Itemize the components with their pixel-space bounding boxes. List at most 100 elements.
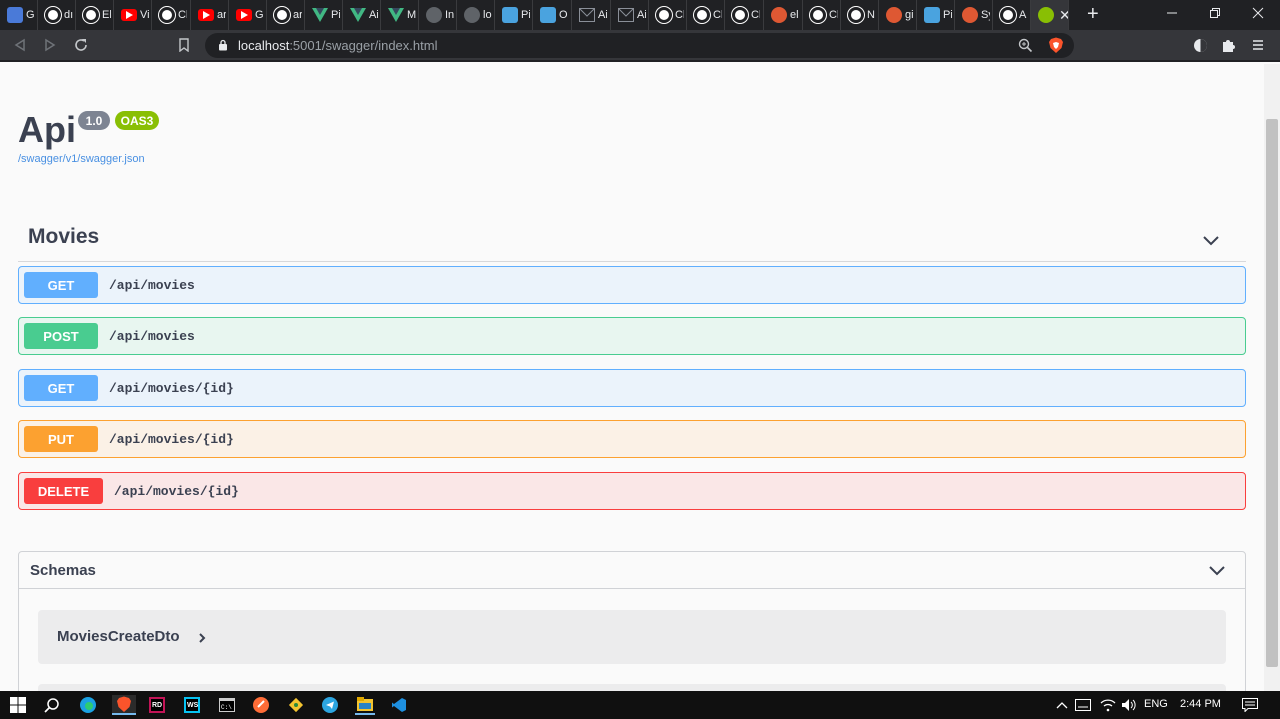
globe-icon (426, 7, 442, 23)
back-icon[interactable] (13, 30, 27, 60)
operation-get-movie-by-id[interactable]: GET /api/movies/{id} (18, 369, 1246, 407)
spec-json-link[interactable]: /swagger/v1/swagger.json (18, 153, 145, 165)
minimize-icon[interactable] (1166, 6, 1178, 22)
extensions-icon[interactable] (1221, 30, 1237, 60)
model-moviescreatedto[interactable]: MoviesCreateDto (38, 610, 1226, 664)
chevron-up-icon[interactable] (1052, 695, 1072, 715)
browser-tab[interactable]: Cl (649, 0, 687, 30)
browser-tab-title: In (445, 9, 454, 21)
operation-post-movies[interactable]: POST /api/movies (18, 317, 1246, 355)
page-scrollbar[interactable] (1264, 64, 1280, 691)
zoom-icon[interactable] (1018, 38, 1033, 58)
browser-tab[interactable]: Cl (803, 0, 841, 30)
menu-icon[interactable] (1252, 30, 1264, 60)
webstorm-icon[interactable]: WS (182, 695, 202, 715)
operation-path: /api/movies/{id} (109, 381, 234, 396)
browser-tab[interactable]: lo (457, 0, 495, 30)
browser-tab-title: G (255, 9, 264, 21)
brave-shields-icon[interactable] (1048, 37, 1064, 59)
browser-tab[interactable]: In (419, 0, 457, 30)
rider-icon[interactable]: RD (147, 695, 167, 715)
windows-start-icon[interactable] (8, 695, 28, 715)
browser-tab-title: A (1019, 9, 1027, 21)
browser-tab[interactable]: G (0, 0, 38, 30)
browser-tab[interactable]: Cl (725, 0, 764, 30)
restore-icon[interactable] (1209, 6, 1221, 22)
swagger-page: Api 1.0 OAS3 /swagger/v1/swagger.json Mo… (0, 64, 1264, 691)
close-tab-icon[interactable]: ✕ (1059, 7, 1068, 24)
github-icon (1000, 7, 1016, 23)
url-text: localhost:5001/swagger/index.html (238, 38, 438, 53)
operation-delete-movie-by-id[interactable]: DELETE /api/movies/{id} (18, 472, 1246, 510)
browser-tab[interactable]: N (841, 0, 879, 30)
browser-tab[interactable]: Cl (687, 0, 725, 30)
close-window-icon[interactable] (1252, 6, 1264, 22)
chevron-down-icon[interactable] (1208, 565, 1226, 577)
method-badge: PUT (24, 426, 98, 452)
volume-icon[interactable] (1119, 695, 1139, 715)
browser-tab-title: Ai (637, 9, 646, 21)
duckduckgo-icon (771, 7, 787, 23)
github-icon (848, 7, 864, 23)
browser-tab[interactable]: gi (879, 0, 917, 30)
new-tab-button[interactable]: + (1087, 4, 1099, 24)
github-icon (732, 7, 748, 23)
chevron-down-icon[interactable] (1202, 235, 1220, 247)
browser-tab[interactable]: M (381, 0, 419, 30)
git-icon[interactable] (286, 695, 306, 715)
tag-section-header[interactable]: Movies (18, 222, 1246, 262)
bookmark-icon[interactable] (178, 30, 190, 60)
browser-tab[interactable]: Cl (152, 0, 191, 30)
browser-tab-active[interactable]: ✕ (1031, 0, 1069, 30)
method-badge: GET (24, 375, 98, 401)
browser-tab[interactable]: Sy (955, 0, 993, 30)
theme-icon[interactable] (1193, 30, 1208, 60)
operation-get-movies[interactable]: GET /api/movies (18, 266, 1246, 304)
browser-tab[interactable]: dı (38, 0, 76, 30)
terminal-icon[interactable]: C:\ (217, 695, 237, 715)
browser-tab[interactable]: A (993, 0, 1031, 30)
browser-tab-title: gi (905, 9, 914, 21)
browser-tab[interactable]: G (229, 0, 267, 30)
browser-tab[interactable]: Pi (917, 0, 955, 30)
postman-icon[interactable] (251, 695, 271, 715)
github-icon (656, 7, 672, 23)
model-collapsed-next[interactable] (38, 684, 1226, 691)
brave-taskbar-icon[interactable] (112, 695, 136, 715)
wifi-icon[interactable] (1098, 695, 1118, 715)
swagger-icon (502, 7, 518, 23)
vue-icon (350, 7, 366, 23)
browser-tab[interactable]: Ai (611, 0, 649, 30)
file-explorer-icon[interactable] (355, 695, 375, 715)
browser-tab[interactable]: El (76, 0, 114, 30)
version-badge: 1.0 (78, 111, 110, 130)
scrollbar-thumb[interactable] (1266, 119, 1278, 667)
browser-tab[interactable]: Ai (572, 0, 611, 30)
duckduckgo-icon (962, 7, 978, 23)
address-bar[interactable]: localhost:5001/swagger/index.html (205, 33, 1074, 58)
chevron-right-icon[interactable] (198, 632, 206, 644)
edge-icon[interactable] (78, 695, 98, 715)
browser-tab-title: el (790, 9, 799, 21)
browser-tab[interactable]: O (533, 0, 572, 30)
browser-tab[interactable]: Vi (114, 0, 152, 30)
browser-tab[interactable]: Pi (305, 0, 343, 30)
reload-icon[interactable] (73, 30, 89, 60)
clock[interactable]: 2:44 PM (1180, 698, 1221, 710)
search-icon[interactable] (42, 695, 62, 715)
telegram-icon[interactable] (320, 695, 340, 715)
operation-put-movie-by-id[interactable]: PUT /api/movies/{id} (18, 420, 1246, 458)
keyboard-icon[interactable] (1073, 695, 1093, 715)
browser-tab[interactable]: el (764, 0, 803, 30)
vscode-icon[interactable] (389, 695, 409, 715)
mail-icon (618, 7, 634, 23)
schemas-header[interactable]: Schemas (19, 552, 1245, 589)
browser-tab-title: ar (217, 9, 226, 21)
browser-tab[interactable]: Pi (495, 0, 533, 30)
input-language[interactable]: ENG (1144, 698, 1168, 710)
forward-icon[interactable] (43, 30, 57, 60)
notifications-icon[interactable] (1240, 695, 1260, 715)
browser-tab[interactable]: ar (191, 0, 229, 30)
browser-tab[interactable]: Ai (343, 0, 381, 30)
browser-tab[interactable]: ar (267, 0, 305, 30)
